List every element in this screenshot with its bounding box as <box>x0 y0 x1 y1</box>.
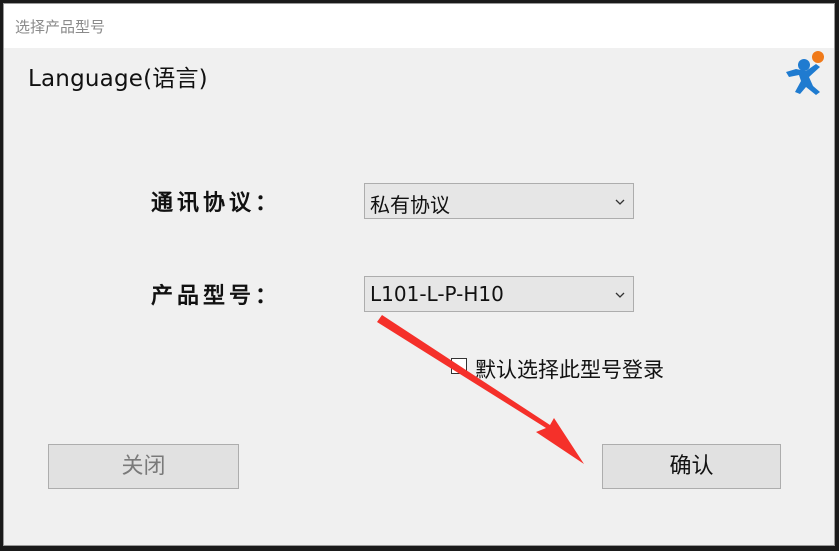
close-button[interactable]: 关闭 <box>48 444 239 489</box>
language-link[interactable]: Language(语言) <box>28 59 208 93</box>
model-selected-value: L101-L-P-H10 <box>370 282 504 306</box>
window-title: 选择产品型号 <box>15 18 106 36</box>
model-select[interactable]: L101-L-P-H10 <box>364 276 634 312</box>
confirm-button[interactable]: 确认 <box>602 444 781 489</box>
protocol-select[interactable]: 私有协议 <box>364 183 634 219</box>
protocol-selected-value: 私有协议 <box>370 193 450 217</box>
running-person-logo-icon <box>786 51 824 95</box>
select-model-dialog: 选择产品型号 Language(语言) 通讯协议： 私有协议 产品型号： L10… <box>3 3 835 546</box>
model-label: 产品型号： <box>151 283 282 309</box>
title-bar: 选择产品型号 <box>4 4 834 48</box>
protocol-label: 通讯协议： <box>151 190 282 216</box>
remember-model-label[interactable]: 默认选择此型号登录 <box>475 354 664 384</box>
remember-model-checkbox[interactable] <box>451 358 467 374</box>
chevron-down-icon <box>615 292 625 298</box>
chevron-down-icon <box>615 199 625 205</box>
